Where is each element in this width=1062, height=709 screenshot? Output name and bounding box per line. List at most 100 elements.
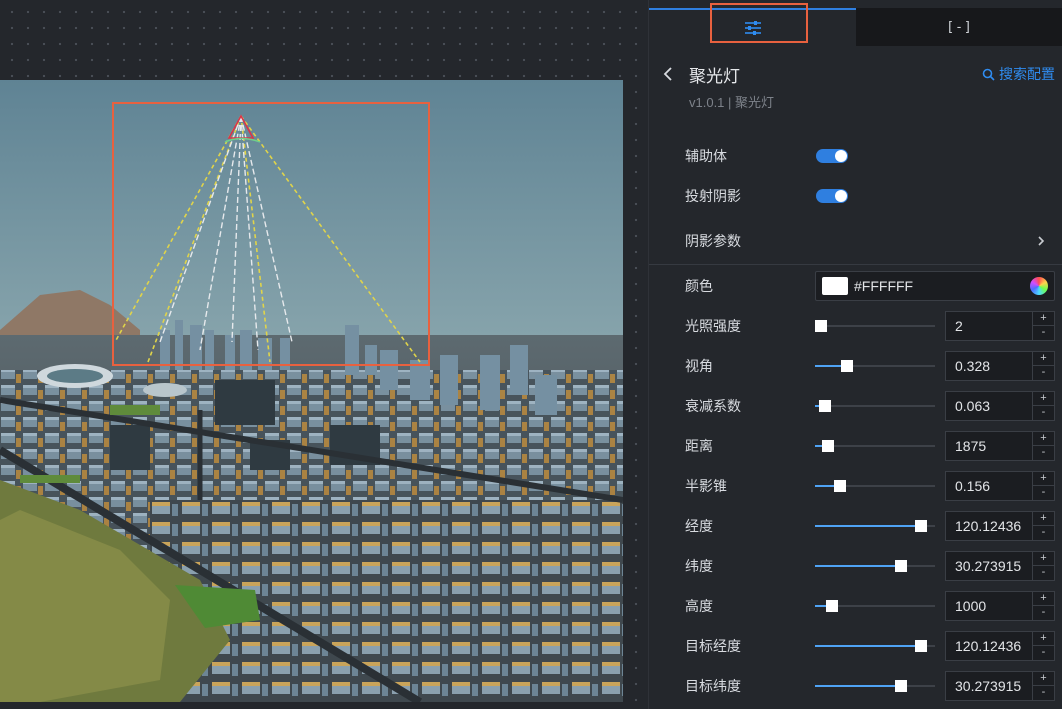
slider-thumb[interactable] <box>834 480 847 492</box>
value-slider[interactable] <box>815 680 935 692</box>
increment-button[interactable]: + <box>1032 432 1054 446</box>
back-arrow-icon[interactable] <box>661 64 675 84</box>
shadow-params-label: 阴影参数 <box>685 233 741 249</box>
decrement-button[interactable]: - <box>1032 406 1054 420</box>
number-input-field[interactable] <box>946 592 1030 620</box>
increment-button[interactable]: + <box>1032 392 1054 406</box>
value-slider[interactable] <box>815 400 935 412</box>
color-value: #FFFFFF <box>854 278 914 294</box>
helper-row: 辅助体 <box>649 136 1062 176</box>
number-input[interactable]: +- <box>945 671 1055 701</box>
slider-label: 视角 <box>685 358 713 374</box>
increment-button[interactable]: + <box>1032 672 1054 686</box>
decrement-button[interactable]: - <box>1032 606 1054 620</box>
slider-label: 距离 <box>685 438 713 454</box>
increment-button[interactable]: + <box>1032 512 1054 526</box>
decrement-button[interactable]: - <box>1032 446 1054 460</box>
slider-thumb[interactable] <box>914 520 927 532</box>
number-input-field[interactable] <box>946 392 1030 420</box>
value-slider[interactable] <box>815 640 935 652</box>
number-input-field[interactable] <box>946 432 1030 460</box>
search-config-label: 搜索配置 <box>999 66 1055 82</box>
value-slider[interactable] <box>815 320 935 332</box>
number-input[interactable]: +- <box>945 431 1055 461</box>
number-input[interactable]: +- <box>945 471 1055 501</box>
number-input[interactable]: +- <box>945 351 1055 381</box>
increment-button[interactable]: + <box>1032 592 1054 606</box>
decrement-button[interactable]: - <box>1032 566 1054 580</box>
color-label: 颜色 <box>685 278 713 294</box>
shadow-label: 投射阴影 <box>685 188 741 204</box>
slider-fill <box>815 565 896 567</box>
slider-label: 半影锥 <box>685 478 727 494</box>
color-swatch[interactable] <box>822 277 848 295</box>
number-input-field[interactable] <box>946 352 1030 380</box>
number-input[interactable]: +- <box>945 551 1055 581</box>
value-slider[interactable] <box>815 600 935 612</box>
slider-fill <box>815 645 915 647</box>
tab-code[interactable]: [-] <box>856 8 1062 46</box>
value-slider[interactable] <box>815 560 935 572</box>
slider-label: 光照强度 <box>685 318 741 334</box>
decrement-button[interactable]: - <box>1032 526 1054 540</box>
number-input[interactable]: +- <box>945 631 1055 661</box>
slider-row: 光照强度 +- <box>649 306 1062 346</box>
increment-button[interactable]: + <box>1032 312 1054 326</box>
slider-row: 目标纬度 +- <box>649 666 1062 706</box>
decrement-button[interactable]: - <box>1032 326 1054 340</box>
slider-row: 衰减系数 +- <box>649 386 1062 426</box>
increment-button[interactable]: + <box>1032 632 1054 646</box>
slider-track <box>815 325 935 327</box>
number-input-field[interactable] <box>946 632 1030 660</box>
slider-track <box>815 405 935 407</box>
number-input[interactable]: +- <box>945 511 1055 541</box>
decrement-button[interactable]: - <box>1032 486 1054 500</box>
value-slider[interactable] <box>815 480 935 492</box>
decrement-button[interactable]: - <box>1032 686 1054 700</box>
color-input[interactable]: #FFFFFF <box>815 271 1055 301</box>
increment-button[interactable]: + <box>1032 352 1054 366</box>
increment-button[interactable]: + <box>1032 552 1054 566</box>
value-slider[interactable] <box>815 440 935 452</box>
slider-thumb[interactable] <box>895 680 908 692</box>
number-input-field[interactable] <box>946 312 1030 340</box>
3d-scene-viewport[interactable] <box>0 80 623 702</box>
slider-label: 目标经度 <box>685 638 741 654</box>
slider-thumb[interactable] <box>895 560 908 572</box>
increment-button[interactable]: + <box>1032 472 1054 486</box>
number-input[interactable]: +- <box>945 591 1055 621</box>
slider-thumb[interactable] <box>818 400 831 412</box>
shadow-toggle[interactable] <box>816 189 848 203</box>
decrement-button[interactable]: - <box>1032 646 1054 660</box>
number-input-field[interactable] <box>946 552 1030 580</box>
3d-city-scene <box>0 80 623 702</box>
slider-thumb[interactable] <box>914 640 927 652</box>
number-input[interactable]: +- <box>945 391 1055 421</box>
color-picker-icon[interactable] <box>1030 277 1048 295</box>
canvas-area[interactable] <box>0 0 648 709</box>
slider-thumb[interactable] <box>822 440 835 452</box>
slider-thumb[interactable] <box>825 600 838 612</box>
slider-fill <box>815 485 835 487</box>
value-slider[interactable] <box>815 360 935 372</box>
panel-header: 聚光灯 v1.0.1 | 聚光灯 搜索配置 <box>649 58 1062 118</box>
version-subtitle: v1.0.1 | 聚光灯 <box>689 95 775 110</box>
number-input-field[interactable] <box>946 672 1030 700</box>
value-slider[interactable] <box>815 520 935 532</box>
slider-row: 半影锥 +- <box>649 466 1062 506</box>
number-input[interactable]: +- <box>945 311 1055 341</box>
slider-thumb[interactable] <box>841 360 854 372</box>
shadow-params-row[interactable]: 阴影参数 <box>649 221 1062 261</box>
shadow-row: 投射阴影 <box>649 176 1062 216</box>
decrement-button[interactable]: - <box>1032 366 1054 380</box>
number-input-field[interactable] <box>946 512 1030 540</box>
search-config-link[interactable]: 搜索配置 <box>982 64 1055 84</box>
slider-row: 高度 +- <box>649 586 1062 626</box>
slider-fill <box>815 685 896 687</box>
slider-thumb[interactable] <box>815 320 827 332</box>
helper-toggle[interactable] <box>816 149 848 163</box>
chevron-right-icon <box>1038 236 1045 246</box>
slider-row: 视角 +- <box>649 346 1062 386</box>
slider-label: 高度 <box>685 598 713 614</box>
number-input-field[interactable] <box>946 472 1030 500</box>
